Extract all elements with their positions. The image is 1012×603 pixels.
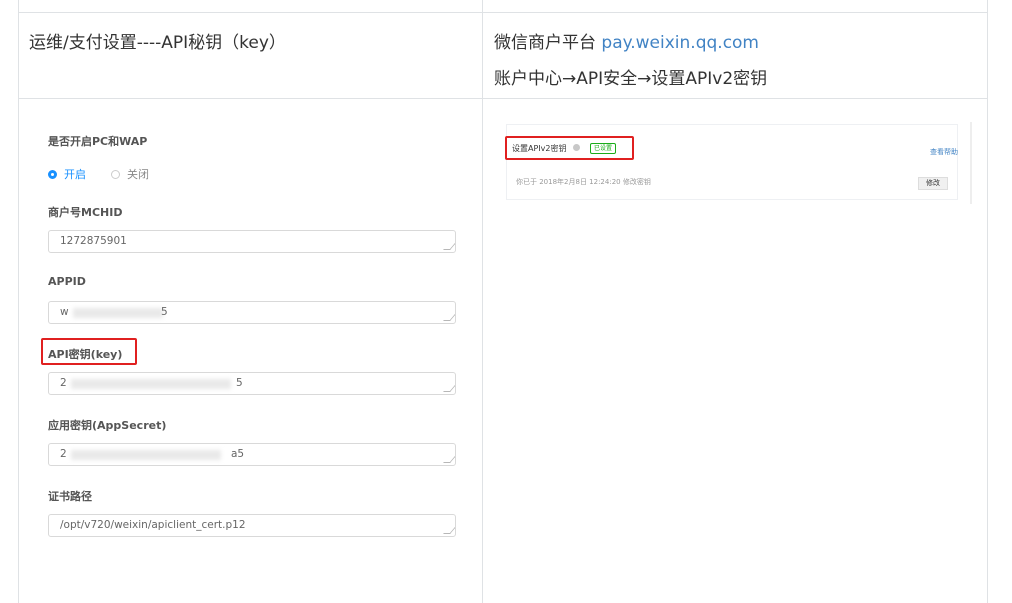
panel-edge	[970, 122, 972, 204]
radio-off[interactable]: 关闭	[111, 166, 149, 182]
appid-label: APPID	[48, 275, 86, 288]
apiv2-title: 设置APIv2密钥	[512, 144, 567, 153]
apikey-label: API密钥(key)	[48, 348, 123, 361]
appid-suffix: 5	[161, 306, 168, 318]
help-link[interactable]: 查看帮助	[930, 147, 958, 157]
resize-grip-icon[interactable]	[443, 385, 455, 392]
appid-input[interactable]: w 5	[48, 301, 456, 324]
resize-grip-icon[interactable]	[443, 456, 455, 463]
header-left-text: 运维/支付设置----API秘钥（key）	[29, 33, 286, 53]
apikey-input[interactable]: 2 5	[48, 372, 456, 395]
cert-path-value: /opt/v720/weixin/apiclient_cert.p12	[60, 519, 246, 531]
radio-on[interactable]: 开启	[48, 166, 86, 182]
table-top-line	[18, 12, 988, 13]
wechat-pay-link[interactable]: pay.weixin.qq.com	[601, 33, 759, 53]
resize-grip-icon[interactable]	[443, 527, 455, 534]
help-question-icon[interactable]	[573, 144, 580, 151]
header-right-prefix: 微信商户平台	[494, 33, 602, 53]
appid-prefix: w	[60, 306, 69, 318]
radio-on-label: 开启	[64, 168, 86, 181]
redaction-blur	[73, 308, 163, 318]
table-border-left	[18, 0, 19, 603]
header-right-line1: 微信商户平台 pay.weixin.qq.com	[494, 28, 759, 53]
redaction-blur	[71, 450, 221, 460]
appsecret-suffix: a5	[231, 448, 245, 460]
table-divider	[482, 0, 483, 603]
radio-off-icon	[111, 170, 120, 179]
cert-path-input[interactable]: /opt/v720/weixin/apiclient_cert.p12	[48, 514, 456, 537]
radio-on-icon	[48, 170, 57, 179]
apiv2-subtitle: 你已于 2018年2月8日 12:24:20 修改密钥	[516, 178, 651, 186]
enable-label: 是否开启PC和WAP	[48, 135, 148, 148]
appsecret-prefix: 2	[60, 448, 67, 460]
redaction-blur	[71, 379, 231, 389]
mchid-label: 商户号MCHID	[48, 206, 123, 219]
appsecret-label: 应用密钥(AppSecret)	[48, 419, 167, 432]
resize-grip-icon[interactable]	[443, 243, 455, 250]
apikey-suffix: 5	[236, 377, 243, 389]
table-border-right	[987, 0, 988, 603]
cert-label: 证书路径	[48, 490, 92, 503]
mchid-input[interactable]: 1272875901	[48, 230, 456, 253]
header-right-path: 账户中心→API安全→设置APIv2密钥	[494, 69, 768, 89]
apikey-prefix: 2	[60, 377, 67, 389]
radio-off-label: 关闭	[127, 168, 149, 181]
appsecret-input[interactable]: 2 a5	[48, 443, 456, 466]
edit-button[interactable]: 修改	[918, 177, 948, 190]
resize-grip-icon[interactable]	[443, 314, 455, 321]
status-badge: 已设置	[590, 143, 617, 154]
table-header-bottom-line	[18, 98, 988, 99]
mchid-value: 1272875901	[60, 235, 127, 247]
